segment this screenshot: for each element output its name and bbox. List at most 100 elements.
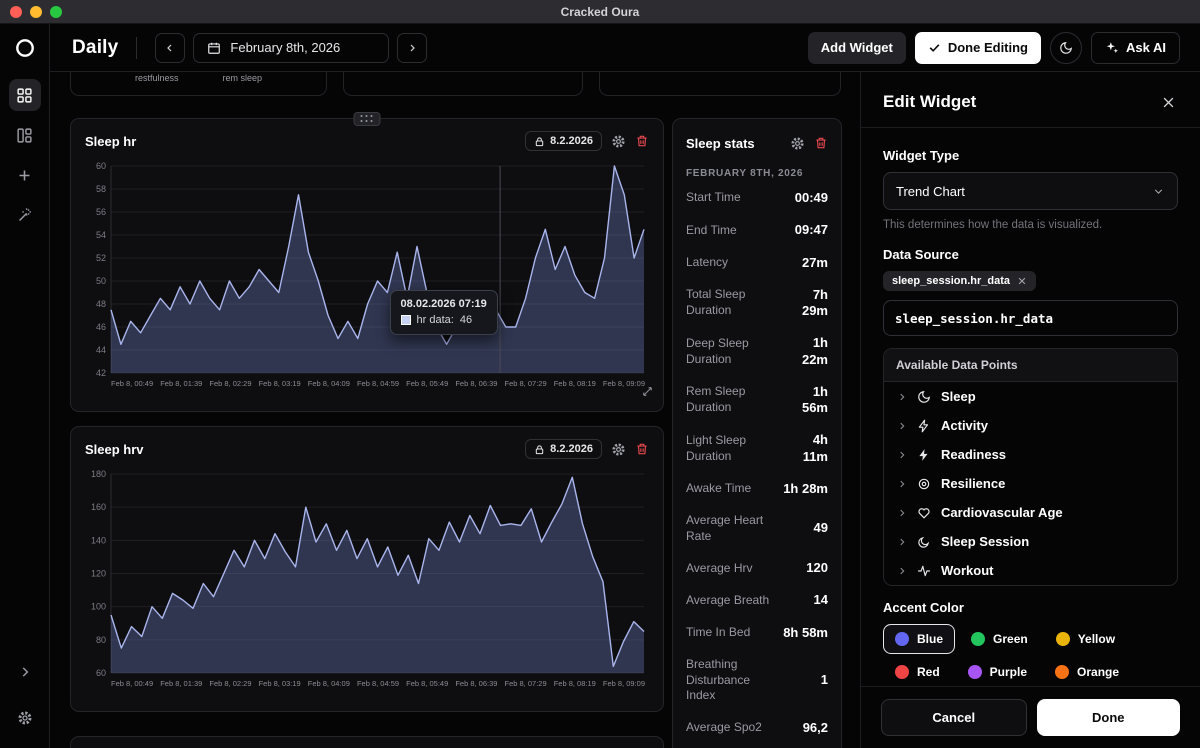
color-dot bbox=[895, 632, 909, 646]
ask-ai-button[interactable]: Ask AI bbox=[1091, 32, 1180, 64]
sleep-hrv-chart[interactable]: 6080100120140160180 bbox=[85, 467, 649, 677]
accent-color-label: Accent Color bbox=[883, 600, 1178, 615]
cancel-button[interactable]: Cancel bbox=[881, 699, 1027, 736]
stat-row: Time In Bed 8h 58m bbox=[686, 617, 828, 649]
color-label: Purple bbox=[990, 665, 1027, 679]
stat-value: 120 bbox=[806, 560, 828, 576]
widget-title: Sleep hr bbox=[85, 134, 136, 149]
sidebar-collapse-button[interactable] bbox=[9, 656, 41, 688]
sidebar-item-magic[interactable] bbox=[9, 199, 41, 231]
add-widget-button[interactable]: Add Widget bbox=[808, 32, 906, 64]
tooltip-datetime: 08.02.2026 07:19 bbox=[401, 298, 487, 310]
partial-bottom-widget[interactable] bbox=[70, 736, 664, 748]
x-tick-label: Feb 8, 09:09 bbox=[603, 379, 645, 388]
data-point-sleep-session[interactable]: Sleep Session bbox=[884, 527, 1177, 556]
data-point-workout[interactable]: Workout bbox=[884, 556, 1177, 585]
drag-handle[interactable] bbox=[354, 112, 381, 126]
accent-color-red[interactable]: Red bbox=[883, 657, 952, 686]
partial-widget-3[interactable] bbox=[599, 72, 841, 96]
maximize-window-button[interactable] bbox=[50, 6, 62, 18]
data-point-readiness[interactable]: Readiness bbox=[884, 440, 1177, 469]
color-dot bbox=[1056, 632, 1070, 646]
oura-ring-logo-icon bbox=[14, 37, 36, 59]
done-button[interactable]: Done bbox=[1037, 699, 1181, 736]
accent-color-purple[interactable]: Purple bbox=[956, 657, 1039, 686]
gear-icon bbox=[611, 134, 626, 149]
svg-text:48: 48 bbox=[96, 299, 106, 309]
done-editing-button[interactable]: Done Editing bbox=[915, 32, 1041, 64]
stat-value: 00:49 bbox=[795, 190, 828, 206]
stat-value: 27m bbox=[802, 255, 828, 271]
bolt-icon bbox=[917, 448, 931, 462]
close-window-button[interactable] bbox=[10, 6, 22, 18]
next-day-button[interactable] bbox=[397, 33, 427, 63]
color-dot bbox=[895, 665, 909, 679]
widget-delete-button[interactable] bbox=[635, 442, 649, 456]
zap-icon bbox=[917, 419, 931, 433]
widget-title: Sleep stats bbox=[686, 136, 755, 151]
prev-day-button[interactable] bbox=[155, 33, 185, 63]
cancel-label: Cancel bbox=[932, 710, 975, 725]
widget-type-label: Widget Type bbox=[883, 148, 1178, 163]
widget-settings-button[interactable] bbox=[611, 442, 626, 457]
resize-handle-icon[interactable] bbox=[641, 385, 654, 403]
data-point-sleep[interactable]: Sleep bbox=[884, 382, 1177, 411]
svg-text:80: 80 bbox=[96, 635, 106, 645]
data-point-activity[interactable]: Activity bbox=[884, 411, 1177, 440]
remove-tag-button[interactable] bbox=[1017, 276, 1027, 286]
sidebar-item-layouts[interactable] bbox=[9, 119, 41, 151]
widget-settings-button[interactable] bbox=[790, 136, 805, 151]
chevron-right-icon bbox=[897, 479, 907, 489]
color-label: Yellow bbox=[1078, 632, 1115, 646]
accent-color-yellow[interactable]: Yellow bbox=[1044, 624, 1127, 654]
data-point-cardiovascular-age[interactable]: Cardiovascular Age bbox=[884, 498, 1177, 527]
titlebar: Cracked Oura bbox=[0, 0, 1200, 24]
sidebar-item-add[interactable] bbox=[9, 159, 41, 191]
date-picker-button[interactable]: February 8th, 2026 bbox=[193, 33, 389, 63]
legend-restfulness: restfulness bbox=[135, 73, 179, 83]
widget-type-select[interactable]: Trend Chart bbox=[883, 172, 1178, 210]
minimize-window-button[interactable] bbox=[30, 6, 42, 18]
data-point-label: Sleep Session bbox=[941, 534, 1029, 549]
x-axis-labels: Feb 8, 00:49Feb 8, 01:39Feb 8, 02:29Feb … bbox=[85, 679, 649, 688]
stat-row: Breathing Disturbance Index 1 bbox=[686, 649, 828, 712]
calendar-icon bbox=[207, 41, 221, 55]
gear-icon bbox=[611, 442, 626, 457]
close-panel-button[interactable] bbox=[1159, 93, 1178, 112]
chevron-right-icon bbox=[18, 665, 32, 679]
stat-label: Breathing Disturbance Index bbox=[686, 657, 774, 704]
panel-title: Edit Widget bbox=[883, 92, 976, 112]
divider bbox=[136, 37, 137, 59]
widget-date-label: 8.2.2026 bbox=[550, 135, 593, 147]
data-source-input[interactable] bbox=[883, 300, 1178, 336]
widget-settings-button[interactable] bbox=[611, 134, 626, 149]
partial-widget-2[interactable] bbox=[343, 72, 583, 96]
theme-toggle-button[interactable] bbox=[1050, 32, 1082, 64]
svg-text:54: 54 bbox=[96, 230, 106, 240]
sleep-hr-chart[interactable]: 42444648505254565860 bbox=[85, 159, 649, 377]
data-point-label: Readiness bbox=[941, 447, 1006, 462]
svg-text:46: 46 bbox=[96, 322, 106, 332]
accent-color-blue[interactable]: Blue bbox=[883, 624, 955, 654]
x-tick-label: Feb 8, 04:59 bbox=[357, 379, 399, 388]
accent-color-orange[interactable]: Orange bbox=[1043, 657, 1131, 686]
widget-date-chip[interactable]: 8.2.2026 bbox=[525, 131, 602, 151]
widget-date-chip[interactable]: 8.2.2026 bbox=[525, 439, 602, 459]
x-tick-label: Feb 8, 04:59 bbox=[357, 679, 399, 688]
color-dot bbox=[971, 632, 985, 646]
stat-label: Start Time bbox=[686, 190, 741, 206]
x-tick-label: Feb 8, 07:29 bbox=[505, 679, 547, 688]
sidebar-settings-button[interactable] bbox=[9, 702, 41, 734]
grid-icon bbox=[16, 87, 33, 104]
tooltip-value: 46 bbox=[460, 314, 472, 326]
partial-widget-sleep-stages[interactable]: restfulness rem sleep bbox=[70, 72, 327, 96]
widget-delete-button[interactable] bbox=[814, 136, 828, 150]
accent-color-green[interactable]: Green bbox=[959, 624, 1040, 654]
sidebar-item-dashboard[interactable] bbox=[9, 79, 41, 111]
dashboard: restfulness rem sleep Sleep h bbox=[50, 72, 860, 748]
data-point-resilience[interactable]: Resilience bbox=[884, 469, 1177, 498]
widget-delete-button[interactable] bbox=[635, 134, 649, 148]
stat-row: Average Heart Rate 49 bbox=[686, 505, 828, 552]
topbar: Daily February 8th, 2026 Add Widget bbox=[50, 24, 1200, 72]
gear-icon bbox=[17, 710, 33, 726]
